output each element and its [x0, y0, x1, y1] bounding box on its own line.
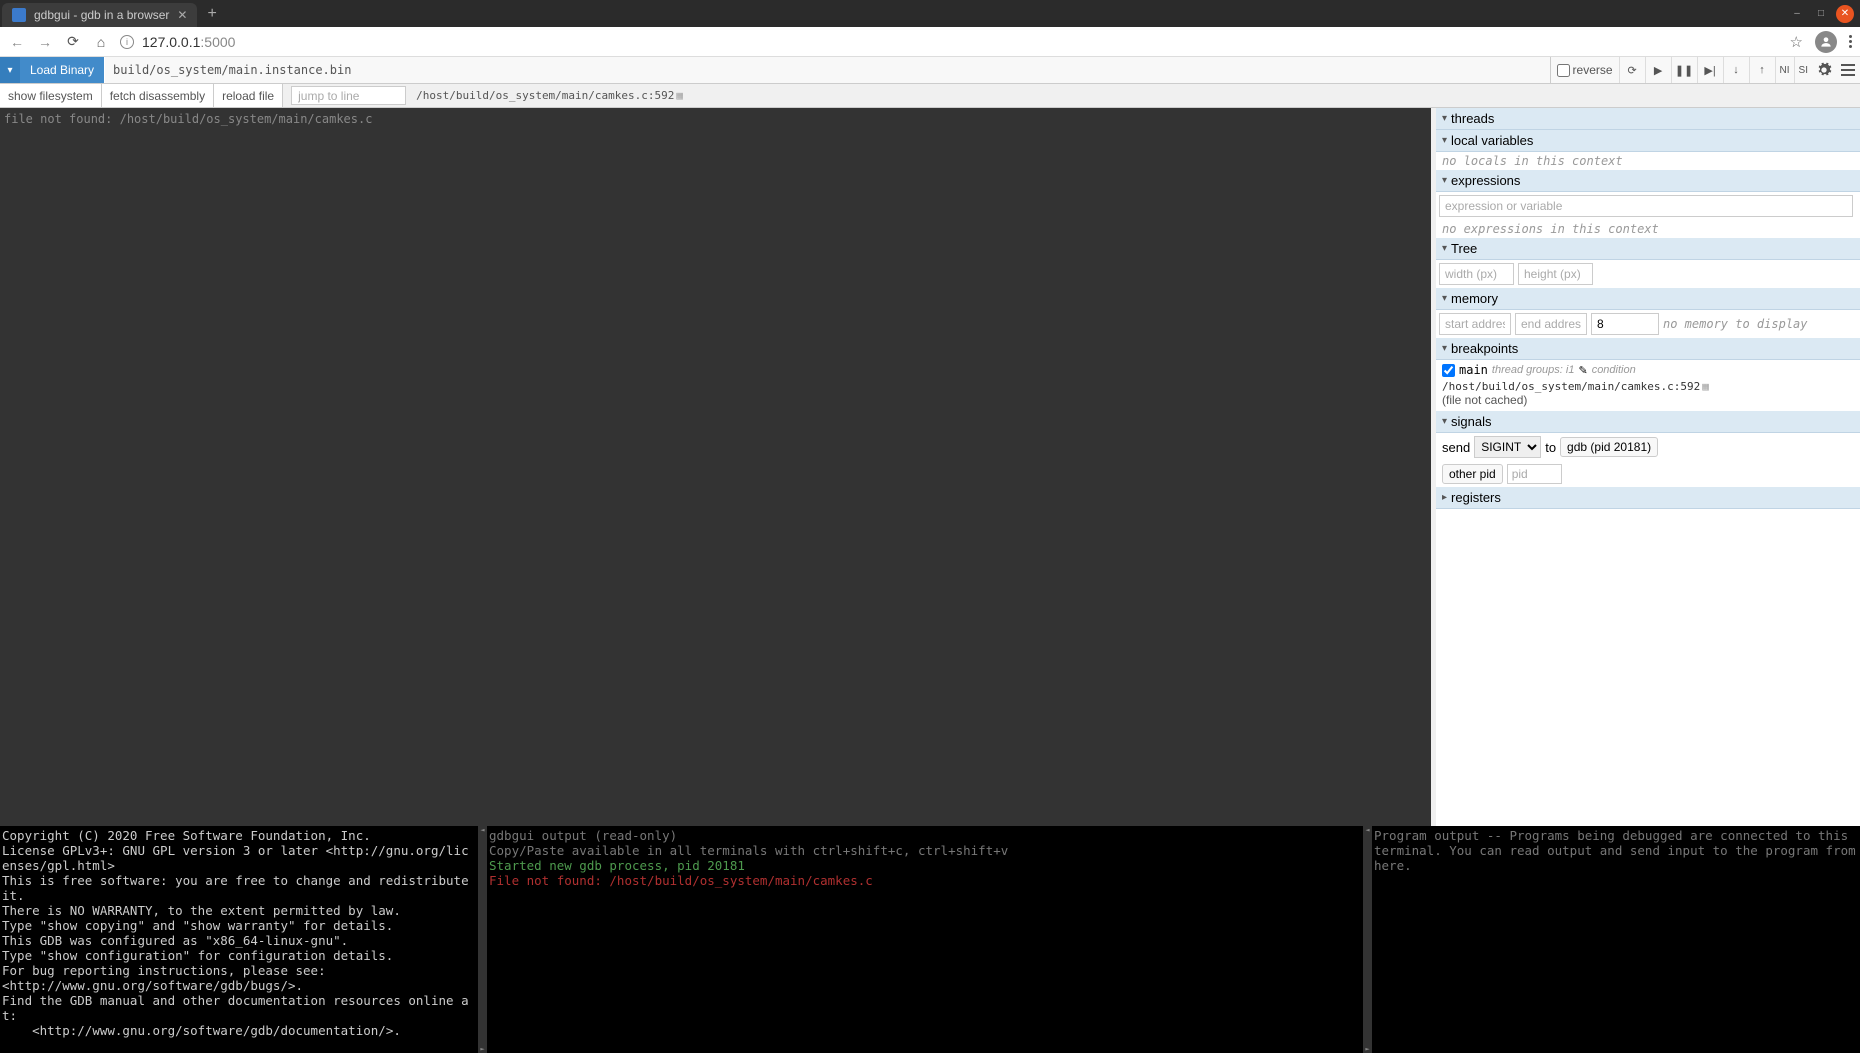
signal-target[interactable]: gdb (pid 20181)	[1560, 437, 1658, 457]
tab-title: gdbgui - gdb in a browser	[34, 8, 169, 22]
terminal-resize-handle[interactable]	[478, 826, 487, 1053]
breakpoint-condition: condition	[1592, 364, 1636, 376]
tree-height-input[interactable]	[1518, 263, 1593, 285]
window-close-button[interactable]: ✕	[1836, 5, 1854, 23]
edit-icon[interactable]: ✎	[1578, 364, 1587, 377]
user-profile-icon[interactable]	[1815, 31, 1837, 53]
chevron-down-icon: ▾	[1442, 113, 1447, 124]
fetch-disassembly-button[interactable]: fetch disassembly	[102, 84, 214, 107]
favicon-icon	[12, 8, 26, 22]
main-area: file not found: /host/build/os_system/ma…	[0, 108, 1860, 826]
breakpoint-note: (file not cached)	[1436, 393, 1860, 411]
menu-icon[interactable]	[1836, 57, 1860, 83]
step-instruction-button[interactable]: SI	[1794, 57, 1812, 83]
home-button[interactable]: ⌂	[92, 33, 110, 51]
restart-button[interactable]: ⟳	[1619, 57, 1645, 83]
nav-forward-button[interactable]: →	[36, 33, 54, 51]
step-out-button[interactable]: ↑	[1749, 57, 1775, 83]
memory-start-input[interactable]	[1439, 313, 1511, 335]
chevron-down-icon: ▾	[1442, 135, 1447, 146]
panel-tree-header[interactable]: ▾Tree	[1436, 238, 1860, 260]
app-toolbar: ▾ Load Binary build/os_system/main.insta…	[0, 57, 1860, 84]
pid-input[interactable]	[1507, 464, 1562, 484]
browser-menu-icon[interactable]	[1849, 35, 1852, 48]
close-tab-icon[interactable]: ✕	[177, 8, 187, 22]
window-maximize-button[interactable]: □	[1812, 5, 1830, 23]
panel-signals-header[interactable]: ▾signals	[1436, 411, 1860, 433]
editor-message: file not found: /host/build/os_system/ma…	[4, 112, 372, 126]
memory-bytes-input[interactable]	[1591, 313, 1659, 335]
breakpoint-checkbox[interactable]	[1442, 364, 1455, 377]
breakpoint-path: /host/build/os_system/main/camkes.c:592▦	[1436, 380, 1860, 393]
bookmark-icon[interactable]: ☆	[1790, 33, 1803, 51]
url-field[interactable]: i 127.0.0.1:5000	[120, 34, 1780, 50]
signal-pid-row: other pid	[1436, 461, 1860, 487]
panel-registers-header[interactable]: ▸registers	[1436, 487, 1860, 509]
terminals: Copyright (C) 2020 Free Software Foundat…	[0, 826, 1860, 1053]
memory-end-input[interactable]	[1515, 313, 1587, 335]
next-instruction-button[interactable]: NI	[1775, 57, 1794, 83]
panel-locals-header[interactable]: ▾local variables	[1436, 130, 1860, 152]
panel-memory-header[interactable]: ▾memory	[1436, 288, 1860, 310]
continue-button[interactable]: ▶	[1645, 57, 1671, 83]
window-minimize-button[interactable]: –	[1788, 5, 1806, 23]
locals-empty-message: no locals in this context	[1436, 152, 1860, 170]
url-port: :5000	[200, 34, 235, 50]
sidebar: ▾threads ▾local variables no locals in t…	[1436, 108, 1860, 826]
send-label: send	[1442, 440, 1470, 455]
chevron-down-icon: ▾	[1442, 293, 1447, 304]
binary-dropdown-button[interactable]: ▾	[0, 57, 20, 83]
breakpoint-thread-groups: thread groups: i1	[1492, 364, 1575, 376]
breakpoint-row: main thread groups: i1 ✎ condition	[1436, 360, 1860, 380]
memory-empty-message: no memory to display	[1663, 317, 1808, 331]
chevron-down-icon: ▾	[1442, 175, 1447, 186]
gdb-terminal[interactable]: Copyright (C) 2020 Free Software Foundat…	[0, 826, 478, 1053]
jump-to-line-input[interactable]	[291, 86, 406, 105]
binary-path-input[interactable]: build/os_system/main.instance.bin	[105, 57, 1550, 83]
url-bar: ← → ⟳ ⌂ i 127.0.0.1:5000 ☆	[0, 27, 1860, 57]
show-filesystem-button[interactable]: show filesystem	[0, 84, 102, 107]
step-over-button[interactable]: ▶|	[1697, 57, 1723, 83]
chevron-down-icon: ▾	[1442, 243, 1447, 254]
terminal-resize-handle[interactable]	[1363, 826, 1372, 1053]
breakpoint-name: main	[1459, 363, 1488, 377]
sub-toolbar: show filesystem fetch disassembly reload…	[0, 84, 1860, 108]
expression-input[interactable]	[1439, 195, 1853, 217]
browser-tab-bar: gdbgui - gdb in a browser ✕ + – □ ✕	[0, 0, 1860, 27]
site-info-icon[interactable]: i	[120, 35, 134, 49]
browser-tab[interactable]: gdbgui - gdb in a browser ✕	[2, 3, 197, 27]
settings-icon[interactable]	[1812, 57, 1836, 83]
reverse-checkbox[interactable]: reverse	[1551, 57, 1619, 83]
current-file-label: /host/build/os_system/main/camkes.c:592▦	[410, 84, 689, 107]
source-editor[interactable]: file not found: /host/build/os_system/ma…	[0, 108, 1431, 826]
expressions-empty-message: no expressions in this context	[1436, 220, 1860, 238]
new-tab-button[interactable]: +	[207, 5, 216, 23]
step-into-button[interactable]: ↓	[1723, 57, 1749, 83]
chevron-right-icon: ▸	[1442, 492, 1447, 503]
pause-button[interactable]: ❚❚	[1671, 57, 1697, 83]
program-terminal[interactable]: Program output -- Programs being debugge…	[1372, 826, 1860, 1053]
tree-width-input[interactable]	[1439, 263, 1514, 285]
load-binary-button[interactable]: Load Binary	[20, 57, 105, 83]
signal-select[interactable]: SIGINT	[1474, 436, 1541, 458]
nav-back-button[interactable]: ←	[8, 33, 26, 51]
url-host: 127.0.0.1	[142, 34, 200, 50]
reload-file-button[interactable]: reload file	[214, 84, 283, 107]
signal-send-row: send SIGINT to gdb (pid 20181)	[1436, 433, 1860, 461]
panel-breakpoints-header[interactable]: ▾breakpoints	[1436, 338, 1860, 360]
chevron-down-icon: ▾	[1442, 343, 1447, 354]
chevron-down-icon: ▾	[1442, 416, 1447, 427]
other-pid-label[interactable]: other pid	[1442, 464, 1503, 484]
window-controls: – □ ✕	[1788, 5, 1854, 23]
reload-button[interactable]: ⟳	[64, 33, 82, 51]
panel-expressions-header[interactable]: ▾expressions	[1436, 170, 1860, 192]
to-label: to	[1545, 440, 1556, 455]
panel-threads-header[interactable]: ▾threads	[1436, 108, 1860, 130]
gdbgui-terminal[interactable]: gdbgui output (read-only) Copy/Paste ava…	[487, 826, 1363, 1053]
